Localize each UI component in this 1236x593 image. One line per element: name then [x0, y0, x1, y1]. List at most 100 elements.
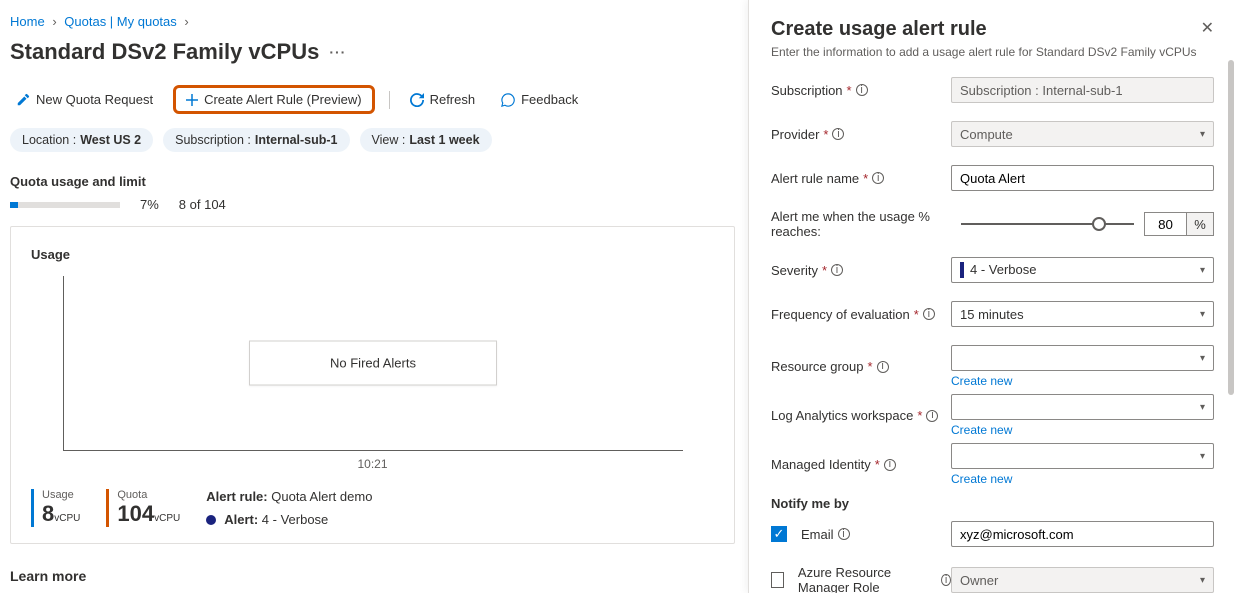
chevron-right-icon: › — [52, 14, 56, 29]
stat-usage-unit: vCPU — [54, 513, 80, 524]
provider-label: Provider — [771, 127, 819, 142]
chevron-down-icon: ▾ — [1200, 451, 1205, 462]
quota-fraction: 8 of 104 — [179, 197, 226, 212]
stat-quota-unit: vCPU — [154, 513, 180, 524]
info-icon[interactable]: i — [926, 410, 938, 422]
new-quota-request-button[interactable]: New Quota Request — [10, 88, 159, 111]
chevron-down-icon: ▾ — [1200, 353, 1205, 364]
severity-value: 4 - Verbose — [970, 262, 1037, 277]
info-icon[interactable]: i — [941, 574, 951, 586]
info-icon[interactable]: i — [856, 84, 868, 96]
percent-label: % — [1186, 212, 1214, 236]
page-title-text: Standard DSv2 Family vCPUs — [10, 39, 319, 65]
refresh-icon — [410, 93, 424, 107]
info-icon[interactable]: i — [877, 361, 889, 373]
panel-subtitle: Enter the information to add a usage ale… — [771, 45, 1197, 59]
quota-usage-heading: Quota usage and limit — [10, 174, 735, 189]
alert-rule-label: Alert rule: — [206, 489, 267, 504]
learn-more-heading: Learn more — [10, 568, 735, 584]
chevron-down-icon: ▾ — [1200, 575, 1205, 586]
close-icon[interactable]: ✕ — [1201, 18, 1214, 38]
threshold-input[interactable] — [1144, 212, 1186, 236]
frequency-value: 15 minutes — [960, 307, 1024, 322]
usage-card: Usage No Fired Alerts 10:21 Usage 8vCPU … — [10, 226, 735, 544]
plus-icon — [186, 94, 198, 106]
subscription-select[interactable]: Subscription : Internal-sub-1 — [951, 77, 1214, 103]
create-alert-panel: Create usage alert rule Enter the inform… — [748, 0, 1236, 593]
law-create-new-link[interactable]: Create new — [951, 423, 1214, 437]
edit-icon — [16, 93, 30, 107]
alert-info-block: Alert rule: Quota Alert demo Alert: 4 - … — [206, 489, 372, 527]
info-icon[interactable]: i — [923, 308, 935, 320]
arm-role-label: Azure Resource Manager Role — [798, 565, 937, 593]
info-icon[interactable]: i — [838, 528, 850, 540]
feedback-label: Feedback — [521, 92, 578, 107]
toolbar-separator — [389, 91, 390, 109]
chevron-down-icon: ▾ — [1200, 309, 1205, 320]
log-analytics-label: Log Analytics workspace — [771, 408, 913, 423]
usage-card-title: Usage — [31, 247, 714, 262]
slider-thumb[interactable] — [1092, 217, 1106, 231]
more-icon[interactable]: ··· — [329, 44, 346, 60]
filter-pills: Location : West US 2 Subscription : Inte… — [10, 126, 735, 168]
alert-value: 4 - Verbose — [262, 512, 329, 527]
alert-label: Alert: — [224, 512, 258, 527]
chevron-down-icon: ▾ — [1200, 129, 1205, 140]
panel-scrollbar[interactable] — [1228, 60, 1234, 395]
info-icon[interactable]: i — [831, 264, 843, 276]
quota-progress-row: 7% 8 of 104 — [10, 197, 735, 212]
chevron-right-icon: › — [184, 14, 188, 29]
chart-legend: Usage 8vCPU Quota 104vCPU Alert rule: Qu… — [31, 489, 714, 527]
stat-usage-value: 8 — [42, 501, 54, 526]
new-quota-label: New Quota Request — [36, 92, 153, 107]
quota-percent: 7% — [140, 197, 159, 212]
info-icon[interactable]: i — [872, 172, 884, 184]
quota-progress-fill — [10, 202, 18, 208]
breadcrumb: Home › Quotas | My quotas › — [10, 6, 735, 35]
alert-rule-value: Quota Alert demo — [271, 489, 372, 504]
feedback-icon — [501, 93, 515, 107]
usage-chart: No Fired Alerts — [63, 276, 683, 451]
refresh-label: Refresh — [430, 92, 476, 107]
info-icon[interactable]: i — [832, 128, 844, 140]
arm-role-checkbox[interactable] — [771, 572, 784, 588]
threshold-slider[interactable] — [961, 223, 1134, 225]
managed-identity-select[interactable]: ▾ — [951, 443, 1214, 469]
refresh-button[interactable]: Refresh — [404, 88, 482, 111]
email-checkbox[interactable]: ✓ — [771, 526, 787, 542]
provider-select[interactable]: Compute ▾ — [951, 121, 1214, 147]
toolbar: New Quota Request Create Alert Rule (Pre… — [10, 81, 735, 126]
breadcrumb-quotas[interactable]: Quotas | My quotas — [64, 14, 177, 29]
filter-subscription[interactable]: Subscription : Internal-sub-1 — [163, 128, 349, 152]
severity-select[interactable]: 4 - Verbose ▾ — [951, 257, 1214, 283]
stat-quota-label: Quota — [117, 489, 180, 501]
stat-usage-label: Usage — [42, 489, 80, 501]
quota-progress-bar — [10, 202, 120, 208]
info-icon[interactable]: i — [884, 459, 896, 471]
arm-role-select[interactable]: Owner ▾ — [951, 567, 1214, 593]
severity-bar-icon — [960, 262, 964, 278]
email-input[interactable] — [951, 521, 1214, 547]
feedback-button[interactable]: Feedback — [495, 88, 584, 111]
resource-group-label: Resource group — [771, 359, 864, 374]
chevron-down-icon: ▾ — [1200, 265, 1205, 276]
filter-location[interactable]: Location : West US 2 — [10, 128, 153, 152]
frequency-select[interactable]: 15 minutes ▾ — [951, 301, 1214, 327]
resource-group-select[interactable]: ▾ — [951, 345, 1214, 371]
threshold-label: Alert me when the usage % reaches: — [771, 209, 961, 239]
log-analytics-select[interactable]: ▾ — [951, 394, 1214, 420]
filter-view[interactable]: View : Last 1 week — [360, 128, 492, 152]
rg-create-new-link[interactable]: Create new — [951, 374, 1214, 388]
breadcrumb-home[interactable]: Home — [10, 14, 45, 29]
arm-role-value: Owner — [960, 573, 998, 588]
managed-identity-label: Managed Identity — [771, 457, 871, 472]
rule-name-input[interactable] — [951, 165, 1214, 191]
severity-dot-icon — [206, 515, 216, 525]
subscription-value: Subscription : Internal-sub-1 — [960, 83, 1123, 98]
stat-usage: Usage 8vCPU — [31, 489, 80, 527]
create-alert-rule-button[interactable]: Create Alert Rule (Preview) — [173, 85, 375, 114]
notify-heading: Notify me by — [771, 496, 1214, 511]
create-alert-label: Create Alert Rule (Preview) — [204, 92, 362, 107]
mi-create-new-link[interactable]: Create new — [951, 472, 1214, 486]
no-fired-alerts-box: No Fired Alerts — [249, 341, 497, 386]
